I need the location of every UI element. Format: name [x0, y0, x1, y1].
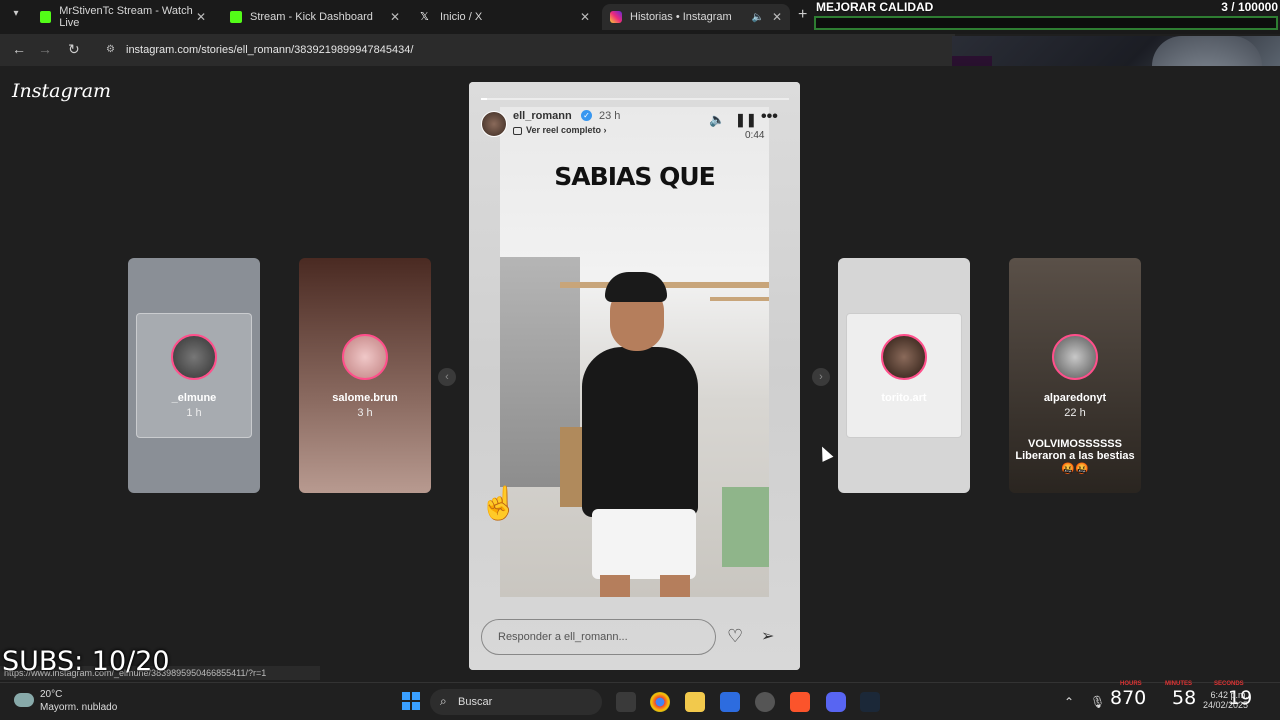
taskbar-search[interactable]: ⌕ Buscar — [430, 689, 602, 715]
quality-goal-progress-bar — [814, 16, 1278, 30]
back-icon[interactable]: ← — [12, 41, 26, 57]
chrome-icon[interactable] — [650, 692, 670, 712]
x-icon: 𝕏 — [420, 11, 429, 23]
tray-chevron-icon[interactable]: ⌃ — [1064, 695, 1074, 709]
tab-search-chevron-icon[interactable]: ▾ — [6, 8, 26, 26]
tab-instagram[interactable]: Historias • Instagram 🔈 ✕ — [602, 4, 790, 30]
clock-time: 6:42 p.m. — [1210, 690, 1249, 700]
brave-icon[interactable] — [790, 692, 810, 712]
next-story-icon[interactable]: › — [812, 368, 830, 386]
story-viewer[interactable]: SABIAS QUE ell_romann ✓ 23 h Ver reel co… — [469, 82, 800, 670]
app-icon[interactable] — [720, 692, 740, 712]
quality-goal-label: MEJORAR CALIDAD — [816, 0, 934, 14]
tab-kick-dashboard[interactable]: Stream - Kick Dashboard ✕ — [222, 4, 408, 30]
heart-icon[interactable]: ♡ — [727, 626, 743, 647]
pause-icon[interactable]: ❚❚ — [735, 112, 757, 128]
story-time: 23 h — [599, 110, 621, 122]
weather-temp: 20°C — [40, 689, 63, 700]
story-header: ell_romann ✓ 23 h Ver reel completo › 🔈 … — [481, 108, 789, 148]
weather-desc: Mayorm. nublado — [40, 702, 118, 713]
clock-date: 24/02/2025 — [1203, 700, 1249, 710]
address-bar-url: instagram.com/stories/ell_romann/3839219… — [126, 44, 414, 56]
close-icon[interactable]: ✕ — [390, 10, 400, 24]
tab-title: MrStivenTc Stream - Watch Live — [59, 5, 193, 29]
windows-taskbar: 20°C Mayorm. nublado ⌕ Buscar ⌃ 🎙 HOURS … — [0, 681, 1280, 720]
reply-input[interactable]: Responder a ell_romann... — [481, 619, 716, 655]
verified-badge-icon: ✓ — [581, 110, 592, 121]
forward-icon[interactable]: → — [38, 41, 52, 57]
quality-goal-overlay: MEJORAR CALIDAD 3 / 100000 — [812, 0, 1280, 32]
kick-icon — [230, 11, 242, 23]
discord-icon[interactable] — [826, 692, 846, 712]
send-icon[interactable]: ➢ — [761, 626, 774, 646]
preview-time: 3 h — [357, 407, 373, 419]
volume-icon[interactable]: 🔈 — [709, 112, 725, 128]
reload-icon[interactable]: ↻ — [68, 41, 80, 58]
previous-story-icon[interactable]: ‹ — [438, 368, 456, 386]
file-explorer-icon[interactable] — [685, 692, 705, 712]
search-icon: ⌕ — [440, 694, 447, 708]
overlay-stat-2: 58 — [1172, 687, 1197, 709]
story-duration: 0:44 — [745, 130, 765, 141]
cloud-icon — [14, 693, 34, 707]
avatar[interactable] — [481, 111, 507, 137]
quality-goal-count: 3 / 100000 — [1221, 0, 1278, 14]
new-tab-icon[interactable]: + — [798, 6, 807, 24]
close-icon[interactable]: ✕ — [580, 10, 590, 24]
close-icon[interactable]: ✕ — [772, 10, 782, 24]
preview-username: _elmune — [171, 392, 217, 404]
instagram-icon — [610, 11, 622, 23]
reel-icon — [513, 126, 522, 135]
speaker-icon[interactable]: 🔈 — [752, 12, 764, 23]
steam-icon[interactable] — [860, 692, 880, 712]
tab-title: Stream - Kick Dashboard — [250, 11, 373, 23]
more-options-icon[interactable]: ••• — [761, 108, 778, 126]
close-icon[interactable]: ✕ — [196, 10, 206, 24]
system-clock[interactable]: 6:42 p.m. 24/02/2025 — [1203, 690, 1248, 710]
avatar — [881, 334, 927, 380]
tab-kick-stream[interactable]: MrStivenTc Stream - Watch Live ✕ — [32, 4, 214, 30]
kick-icon — [40, 11, 52, 23]
preview-username: salome.brun — [332, 392, 398, 404]
story-preview-alparedonyt[interactable]: alparedonyt 22 h VOLVIMOSSSSSS Liberaron… — [1009, 258, 1141, 493]
tab-title: Inicio / X — [440, 11, 483, 23]
story-username[interactable]: ell_romann — [513, 110, 572, 122]
obs-icon[interactable] — [755, 692, 775, 712]
address-bar[interactable]: ⚙ instagram.com/stories/ell_romann/38392… — [98, 38, 948, 62]
preview-time: 22 h — [1064, 407, 1086, 419]
windows-start-icon[interactable] — [402, 692, 420, 710]
tab-x[interactable]: 𝕏 Inicio / X ✕ — [412, 4, 598, 30]
task-view-icon[interactable] — [616, 692, 636, 712]
preview-username: torito.art — [881, 392, 927, 404]
story-preview-torito[interactable]: torito.art 3 h — [838, 258, 970, 493]
story-preview-elmune[interactable]: _elmune 1 h — [128, 258, 260, 493]
subs-goal-overlay: SUBS: 10/20 — [2, 646, 170, 677]
view-full-reel-link[interactable]: Ver reel completo › — [513, 125, 607, 135]
pointing-hand-sticker: ☝ — [479, 485, 519, 521]
preview-time: 3 h — [896, 407, 912, 419]
instagram-stories-page: Instagram _elmune 1 h salome.brun 3 h ‹ … — [0, 66, 1280, 676]
avatar — [342, 334, 388, 380]
story-progress-bar — [481, 98, 789, 100]
avatar — [171, 334, 217, 380]
preview-caption: VOLVIMOSSSSSS Liberaron a las bestias 🤬🤬 — [1015, 438, 1135, 475]
tab-title: Historias • Instagram — [630, 11, 732, 23]
preview-time: 1 h — [186, 407, 202, 419]
microphone-icon[interactable]: 🎙 — [1090, 695, 1105, 709]
overlay-stat-1: 870 — [1110, 687, 1147, 709]
story-preview-salome[interactable]: salome.brun 3 h — [299, 258, 431, 493]
instagram-logo[interactable]: Instagram — [12, 80, 111, 102]
avatar — [1052, 334, 1098, 380]
site-info-icon[interactable]: ⚙ — [106, 44, 115, 55]
browser-nav-bar: ← → ↻ ⚙ instagram.com/stories/ell_romann… — [0, 34, 955, 66]
story-headline: SABIAS QUE — [554, 162, 715, 191]
mouse-cursor — [816, 444, 834, 462]
preview-username: alparedonyt — [1043, 392, 1107, 404]
